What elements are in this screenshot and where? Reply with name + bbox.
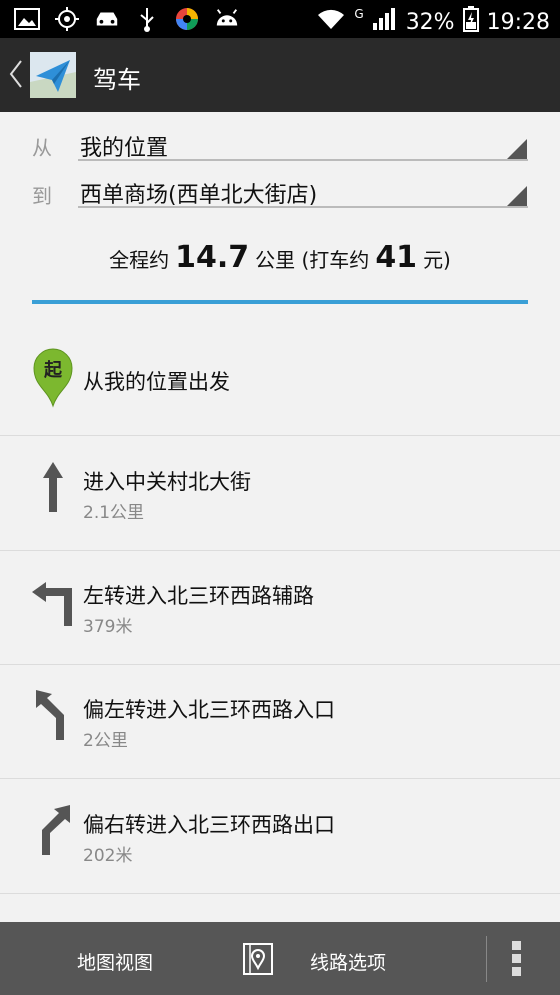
summary-fare: 41 bbox=[375, 240, 418, 275]
arrow-straight-icon bbox=[30, 458, 76, 514]
from-dropdown-icon[interactable] bbox=[507, 139, 527, 159]
list-item[interactable]: 进入中关村北大街 2.1公里 bbox=[0, 436, 560, 551]
app-logo-icon[interactable] bbox=[30, 52, 76, 98]
step-distance: 2公里 bbox=[83, 731, 128, 751]
map-route-icon[interactable] bbox=[242, 942, 274, 980]
start-marker-text: 起 bbox=[43, 359, 63, 381]
start-marker-icon: 起 bbox=[30, 346, 76, 408]
from-underline bbox=[78, 159, 528, 161]
image-icon bbox=[14, 7, 40, 31]
step-distance: 2.1公里 bbox=[83, 503, 145, 523]
action-bar: 驾车 bbox=[0, 38, 560, 112]
from-label: 从 bbox=[32, 136, 52, 160]
status-bar: G 32% 19:28 bbox=[0, 0, 560, 38]
summary-prefix: 全程约 bbox=[109, 248, 170, 272]
to-underline bbox=[78, 206, 528, 208]
overflow-menu-icon[interactable] bbox=[511, 940, 523, 982]
page-title: 驾车 bbox=[93, 66, 141, 94]
list-item[interactable]: 左转进入北三环西路辅路 379米 bbox=[0, 550, 560, 665]
gps-icon bbox=[54, 7, 80, 31]
android-icon bbox=[214, 7, 240, 31]
signal-icon bbox=[372, 7, 398, 37]
turn-left-icon bbox=[30, 572, 76, 628]
start-label: 从我的位置出发 bbox=[83, 370, 230, 394]
from-field[interactable]: 我的位置 bbox=[80, 130, 168, 162]
list-item[interactable]: 偏右转进入北三环西路出口 202米 bbox=[0, 779, 560, 894]
step-instruction: 偏右转进入北三环西路出口 bbox=[83, 813, 335, 837]
route-summary: 全程约 14.7 公里 (打车约 41 元) bbox=[0, 240, 560, 275]
bottom-divider bbox=[486, 936, 487, 982]
battery-icon bbox=[462, 6, 479, 38]
wifi-icon bbox=[316, 8, 346, 36]
to-field[interactable]: 西单商场(西单北大街店) bbox=[80, 177, 317, 209]
bear-right-icon bbox=[30, 801, 76, 857]
to-dropdown-icon[interactable] bbox=[507, 186, 527, 206]
bottom-bar: 地图视图 线路选项 bbox=[0, 922, 560, 995]
usb-icon bbox=[134, 7, 160, 32]
step-instruction: 进入中关村北大街 bbox=[83, 470, 251, 494]
step-distance: 379米 bbox=[83, 617, 133, 637]
network-type: G bbox=[354, 7, 364, 21]
summary-currency: 元) bbox=[423, 248, 451, 272]
summary-distance: 14.7 bbox=[175, 240, 250, 275]
route-options-button[interactable]: 线路选项 bbox=[310, 948, 386, 975]
browser-icon bbox=[174, 7, 200, 31]
map-view-button[interactable]: 地图视图 bbox=[77, 948, 153, 975]
to-label: 到 bbox=[32, 184, 52, 208]
car-icon bbox=[94, 7, 120, 31]
step-distance: 202米 bbox=[83, 846, 133, 866]
step-instruction: 偏左转进入北三环西路入口 bbox=[83, 698, 335, 722]
list-item[interactable]: 偏左转进入北三环西路入口 2公里 bbox=[0, 664, 560, 779]
clock: 19:28 bbox=[486, 9, 550, 35]
battery-percent: 32% bbox=[405, 9, 455, 35]
bear-left-icon bbox=[30, 686, 76, 742]
summary-unit: 公里 (打车约 bbox=[255, 248, 370, 272]
summary-divider bbox=[32, 300, 528, 304]
step-instruction: 左转进入北三环西路辅路 bbox=[83, 584, 314, 608]
back-icon[interactable] bbox=[8, 59, 24, 93]
